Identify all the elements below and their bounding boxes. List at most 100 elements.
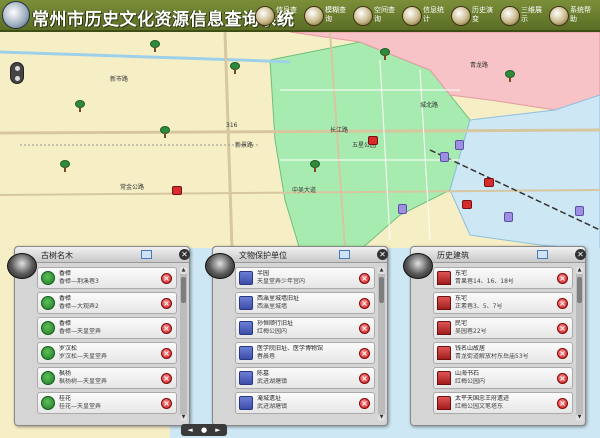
nav-spatial-query[interactable]: 空间查询 (353, 2, 399, 30)
delete-icon[interactable]: × (161, 398, 172, 409)
scroll-down-icon[interactable]: ▼ (378, 414, 385, 421)
delete-icon[interactable]: × (557, 273, 568, 284)
nav-help[interactable]: 系统帮助 (549, 2, 595, 30)
list-item[interactable]: 香樟 香樟—荆溪巷3 × (37, 267, 177, 289)
scroll-thumb[interactable] (577, 277, 582, 303)
next-page-button[interactable]: ► (211, 424, 225, 436)
map-nav-tool[interactable] (10, 62, 24, 84)
cultural-relic-marker[interactable] (575, 206, 584, 216)
3d-view-icon (500, 6, 520, 26)
item-address: 香樟—大观弄2 (59, 303, 99, 310)
item-address: 西瀛里城墙 (257, 303, 288, 310)
scrollbar[interactable]: ▲ ▼ (576, 267, 583, 421)
list-item[interactable]: 山海书石 红梅公园内 × (433, 367, 573, 389)
statistics-icon (402, 6, 422, 26)
delete-icon[interactable]: × (359, 373, 370, 384)
delete-icon[interactable]: × (359, 398, 370, 409)
scroll-thumb[interactable] (181, 277, 186, 303)
historic-building-marker[interactable] (462, 200, 472, 209)
panel-historic-buildings[interactable]: 历史建筑 ✕ 东宅 青果巷14、16、18号 × 东宅 正素巷3、5、7号 × 民宅… (403, 246, 586, 426)
nav-3d-view[interactable]: 三维展示 (500, 2, 546, 30)
cultural-relic-marker[interactable] (504, 212, 513, 222)
panel-header[interactable]: 古树名木 ✕ (15, 247, 190, 263)
list-item[interactable]: 太平天国忠王府遗迹 红梅公园文笔塔东 × (433, 392, 573, 414)
item-address: 红梅公园内 (257, 328, 288, 335)
tree-icon[interactable] (160, 126, 170, 138)
delete-icon[interactable]: × (161, 373, 172, 384)
list-item[interactable]: 香樟 香樟—大观弄2 × (37, 292, 177, 314)
delete-icon[interactable]: × (557, 348, 568, 359)
list-item[interactable]: 桂花 桂花—天皇堂弄 × (37, 392, 177, 414)
list-item[interactable]: 淹城遗址 武进湖塘镇 × (235, 392, 375, 414)
tree-icon[interactable] (380, 48, 390, 60)
panel-ancient-trees[interactable]: 古树名木 ✕ 香樟 香樟—荆溪巷3 × 香樟 香樟—大观弄2 × 香樟 香樟—天皇堂弄… (7, 246, 190, 426)
nav-fuzzy-query[interactable]: 模糊查询 (304, 2, 350, 30)
tree-icon[interactable] (75, 100, 85, 112)
zoom-in-icon[interactable] (15, 66, 20, 71)
scrollbar[interactable]: ▲ ▼ (378, 267, 385, 421)
item-name: 桂花 (59, 395, 72, 402)
list-item[interactable]: 东宅 正素巷3、5、7号 × (433, 292, 573, 314)
delete-icon[interactable]: × (557, 323, 568, 334)
nav-info-query[interactable]: 信息查询 (255, 2, 301, 30)
scroll-up-icon[interactable]: ▲ (576, 267, 583, 274)
cultural-relic-marker[interactable] (398, 204, 407, 214)
list-item[interactable]: 香樟 香樟—天皇堂弄 × (37, 317, 177, 339)
delete-icon[interactable]: × (161, 323, 172, 334)
scroll-down-icon[interactable]: ▼ (180, 414, 187, 421)
page-indicator[interactable]: ● (197, 424, 211, 436)
delete-icon[interactable]: × (557, 398, 568, 409)
panel-cultural-relics[interactable]: 文物保护单位 ✕ 半园 天皇堂弄少年宫内 × 西瀛里城墙旧址 西瀛里城墙 × 孙恒顺… (205, 246, 388, 426)
list-item[interactable]: 孙恒顺行旧址 红梅公园内 × (235, 317, 375, 339)
scroll-thumb[interactable] (379, 277, 384, 303)
monitor-icon[interactable] (537, 250, 548, 259)
monitor-icon[interactable] (141, 250, 152, 259)
nav-statistics[interactable]: 信息统计 (402, 2, 448, 30)
tree-icon[interactable] (150, 40, 160, 52)
monitor-icon[interactable] (339, 250, 350, 259)
delete-icon[interactable]: × (161, 348, 172, 359)
list-item[interactable]: 东宅 青果巷14、16、18号 × (433, 267, 573, 289)
scroll-down-icon[interactable]: ▼ (576, 414, 583, 421)
cultural-relic-marker[interactable] (455, 140, 464, 150)
list-item[interactable]: 民宅 吴园巷22号 × (433, 317, 573, 339)
cube-icon (239, 271, 253, 285)
panel-header[interactable]: 历史建筑 ✕ (411, 247, 586, 263)
list-item[interactable]: 罗汉松 罗汉松—天皇堂弄 × (37, 342, 177, 364)
list-item[interactable]: 半园 天皇堂弄少年宫内 × (235, 267, 375, 289)
delete-icon[interactable]: × (161, 273, 172, 284)
delete-icon[interactable]: × (161, 298, 172, 309)
close-icon[interactable]: ✕ (377, 249, 388, 260)
delete-icon[interactable]: × (359, 348, 370, 359)
delete-icon[interactable]: × (557, 373, 568, 384)
list-item[interactable]: 钱名山故居 青龙街道解放村东岳庙53号 × (433, 342, 573, 364)
list-item[interactable]: 医学院旧址、医学博物馆 春晨巷 × (235, 342, 375, 364)
scroll-up-icon[interactable]: ▲ (378, 267, 385, 274)
delete-icon[interactable]: × (359, 323, 370, 334)
historic-building-marker[interactable] (172, 186, 182, 195)
prev-page-button[interactable]: ◄ (183, 424, 197, 436)
scrollbar[interactable]: ▲ ▼ (180, 267, 187, 421)
zoom-out-icon[interactable] (15, 76, 20, 81)
list-item[interactable]: 陈墓 武进湖塘镇 × (235, 367, 375, 389)
tree-icon[interactable] (310, 160, 320, 172)
scroll-up-icon[interactable]: ▲ (180, 267, 187, 274)
globe-logo-icon (2, 1, 30, 29)
nav-history[interactable]: 历史演变 (451, 2, 497, 30)
tree-icon[interactable] (505, 70, 515, 82)
list-item[interactable]: 西瀛里城墙旧址 西瀛里城墙 × (235, 292, 375, 314)
tree-icon (41, 396, 55, 410)
historic-building-marker[interactable] (368, 136, 378, 145)
list-item[interactable]: 枫杨 枫杨树—天皇堂弄 × (37, 367, 177, 389)
close-icon[interactable]: ✕ (575, 249, 586, 260)
panel-pager: ◄ ● ► (181, 424, 227, 436)
delete-icon[interactable]: × (359, 273, 370, 284)
tree-icon[interactable] (60, 160, 70, 172)
tree-icon[interactable] (230, 62, 240, 74)
delete-icon[interactable]: × (359, 298, 370, 309)
panel-header[interactable]: 文物保护单位 ✕ (213, 247, 388, 263)
historic-building-marker[interactable] (484, 178, 494, 187)
cultural-relic-marker[interactable] (440, 152, 449, 162)
close-icon[interactable]: ✕ (179, 249, 190, 260)
delete-icon[interactable]: × (557, 298, 568, 309)
